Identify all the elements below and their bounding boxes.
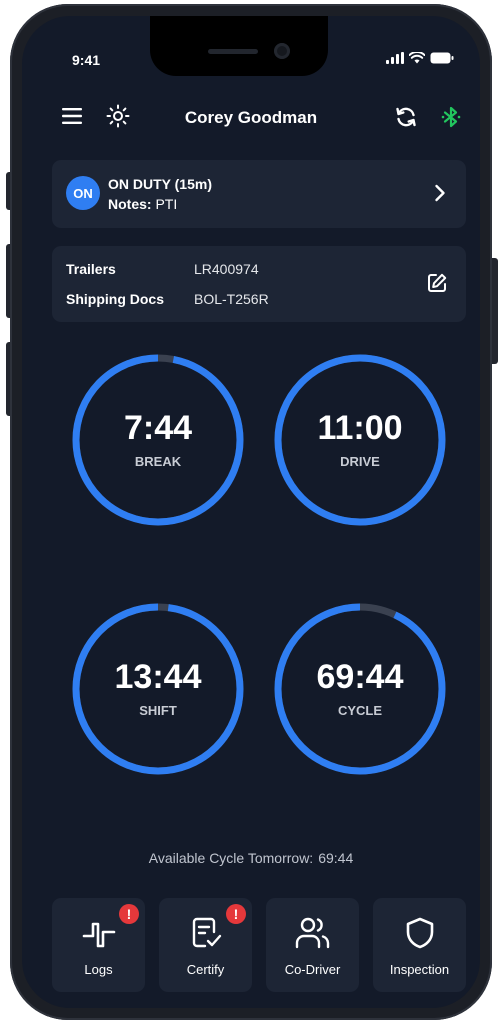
status-time: 9:41 xyxy=(72,52,101,68)
shift-timer-value: 13:44 xyxy=(114,658,202,696)
sync-icon[interactable] xyxy=(394,105,418,129)
bluetooth-icon[interactable] xyxy=(440,105,462,129)
co-driver-label: Co-Driver xyxy=(284,962,341,977)
earpiece-speaker xyxy=(208,49,258,54)
shield-icon xyxy=(406,917,433,949)
chevron-right-icon xyxy=(435,184,445,202)
certify-document-icon xyxy=(192,917,221,948)
trailers-label: Trailers xyxy=(66,261,116,277)
cycle-timer-value: 69:44 xyxy=(316,658,404,696)
battery-icon xyxy=(430,52,454,64)
available-cycle-tomorrow: Available Cycle Tomorrow: 69:44 xyxy=(22,850,480,866)
front-camera xyxy=(274,43,290,59)
break-timer-gauge: 7:44 BREAK xyxy=(70,352,246,528)
cycle-timer-label: CYCLE xyxy=(337,703,383,718)
shipment-card: Trailers LR400974 Shipping Docs BOL-T256… xyxy=(52,246,466,322)
shipping-docs-label: Shipping Docs xyxy=(66,291,164,307)
certify-button[interactable]: Certify ! xyxy=(159,898,252,992)
shipping-docs-value: BOL-T256R xyxy=(194,291,269,307)
pencil-icon[interactable] xyxy=(426,272,448,294)
logs-graph-icon xyxy=(82,922,115,948)
logs-button[interactable]: Logs ! xyxy=(52,898,145,992)
inspection-label: Inspection xyxy=(389,962,450,977)
wifi-icon xyxy=(409,52,425,64)
shift-timer-label: SHIFT xyxy=(139,703,177,718)
certify-alert-badge: ! xyxy=(226,904,246,924)
notes-value: PTI xyxy=(155,196,178,212)
duty-status-text: ON DUTY (15m) xyxy=(108,176,212,192)
duty-status-card[interactable]: ON ON DUTY (15m) Notes: PTI xyxy=(52,160,466,228)
notch xyxy=(150,16,328,76)
logs-alert-badge: ! xyxy=(119,904,139,924)
notes-label: Notes: xyxy=(108,196,152,212)
break-timer-value: 7:44 xyxy=(123,409,193,447)
app-screen: 9:41 Corey Goodman ON ON DUTY (15m) Note… xyxy=(22,16,480,1008)
co-driver-button[interactable]: Co-Driver xyxy=(266,898,359,992)
cellular-signal-icon xyxy=(386,52,404,64)
phone-frame: 9:41 Corey Goodman ON ON DUTY (15m) Note… xyxy=(10,4,492,1020)
status-icons xyxy=(386,52,454,64)
available-cycle-label: Available Cycle Tomorrow: xyxy=(148,850,314,866)
trailers-value: LR400974 xyxy=(194,261,259,277)
bottom-action-bar: Logs ! Certify ! Co-Driver Inspection xyxy=(52,898,466,992)
logs-label: Logs xyxy=(84,962,113,977)
certify-label: Certify xyxy=(186,962,225,977)
duty-notes: Notes: PTI xyxy=(108,196,177,212)
app-header: Corey Goodman xyxy=(22,98,480,138)
inspection-button[interactable]: Inspection xyxy=(373,898,466,992)
drive-timer-value: 11:00 xyxy=(317,409,403,447)
break-timer-label: BREAK xyxy=(134,454,182,469)
on-duty-badge: ON xyxy=(66,176,100,210)
shift-timer-gauge: 13:44 SHIFT xyxy=(70,601,246,777)
power-button xyxy=(492,258,498,364)
drive-timer-gauge: 11:00 DRIVE xyxy=(272,352,448,528)
available-cycle-value: 69:44 xyxy=(318,850,354,866)
cycle-timer-gauge: 69:44 CYCLE xyxy=(272,601,448,777)
users-icon xyxy=(295,917,329,949)
drive-timer-label: DRIVE xyxy=(340,454,380,469)
